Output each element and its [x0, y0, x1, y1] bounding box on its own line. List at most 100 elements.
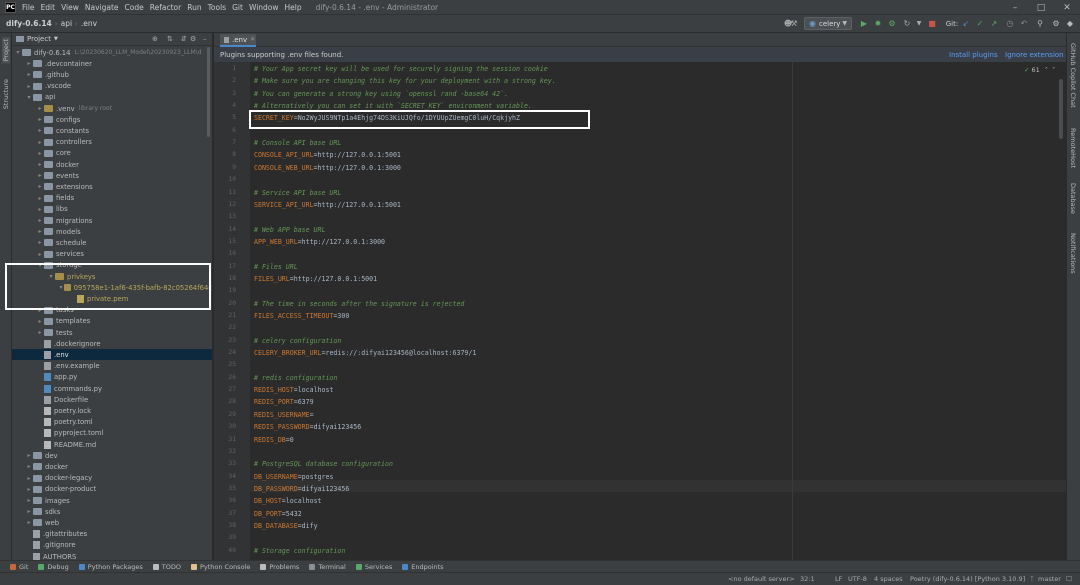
code-line[interactable]: SECRET_KEY=No2WyJUS9NTp1a4Ehjg74DS3KiUJQ…: [254, 112, 520, 124]
tree-file[interactable]: poetry.toml: [12, 417, 212, 428]
copilot-chat-tool-tab[interactable]: GitHub Copilot Chat: [1069, 43, 1077, 108]
structure-tool-tab[interactable]: Structure: [2, 79, 10, 109]
code-line[interactable]: REDIS_PASSWORD=difyai123456: [254, 421, 361, 433]
code-line[interactable]: SERVICE_API_URL=http://127.0.0.1:5001: [254, 199, 401, 211]
tree-folder[interactable]: ▸ dev: [12, 450, 212, 461]
tree-file[interactable]: README.md: [12, 439, 212, 450]
tree-file[interactable]: .env: [12, 349, 212, 361]
code-line[interactable]: FILES_URL=http://127.0.0.1:5001: [254, 273, 377, 285]
tree-folder[interactable]: ▾ dify-0.6.14 L:\20230620_LLM_Model\202309…: [12, 47, 212, 58]
tree-scrollbar[interactable]: [207, 47, 210, 137]
tree-folder[interactable]: ▸ extensions: [12, 181, 212, 192]
chevron-right-icon[interactable]: ▸: [36, 195, 44, 202]
hide-icon[interactable]: –: [203, 35, 207, 43]
code-line[interactable]: DB_PORT=5432: [254, 508, 302, 520]
tree-folder[interactable]: ▸ tests: [12, 327, 212, 338]
tree-file[interactable]: poetry.lock: [12, 405, 212, 416]
tree-folder[interactable]: ▸ docker: [12, 159, 212, 170]
chevron-right-icon[interactable]: ▸: [36, 127, 44, 134]
chevron-right-icon[interactable]: ▸: [36, 172, 44, 179]
tree-folder[interactable]: ▸ tasks: [12, 305, 212, 316]
chevron-right-icon[interactable]: ▸: [25, 486, 33, 493]
code-line[interactable]: REDIS_PORT=6379: [254, 396, 314, 408]
project-panel-title[interactable]: Project: [27, 35, 51, 43]
status-position[interactable]: 32:1: [800, 575, 815, 583]
tree-folder[interactable]: ▾ storage: [12, 260, 212, 271]
chevron-right-icon[interactable]: ▸: [36, 239, 44, 246]
chevron-down-icon[interactable]: ▾: [36, 262, 44, 269]
chevron-down-icon[interactable]: ▾: [25, 94, 33, 101]
tree-folder[interactable]: ▸ .github: [12, 69, 212, 80]
menu-edit[interactable]: Edit: [41, 3, 56, 12]
code-line[interactable]: # Alternatively you can set it with `SEC…: [254, 100, 532, 112]
chevron-right-icon[interactable]: ▸: [36, 307, 44, 314]
close-icon[interactable]: ✕: [1054, 0, 1080, 15]
breadcrumb-file[interactable]: .env: [81, 19, 97, 28]
tool-window-todo[interactable]: TODO: [152, 563, 181, 571]
maximize-icon[interactable]: □: [1028, 0, 1054, 15]
chevron-right-icon[interactable]: ▸: [36, 206, 44, 213]
code-line[interactable]: REDIS_USERNAME=: [254, 409, 314, 421]
tree-file[interactable]: pyproject.toml: [12, 428, 212, 439]
menu-navigate[interactable]: Navigate: [85, 3, 119, 12]
sort-icon[interactable]: ⇵: [181, 35, 187, 43]
tree-folder[interactable]: ▸ events: [12, 170, 212, 181]
chevron-right-icon[interactable]: ▸: [25, 71, 33, 78]
breadcrumb-project[interactable]: dify-0.6.14: [6, 19, 52, 28]
git-push-icon[interactable]: ↗: [988, 17, 1000, 30]
chevron-right-icon[interactable]: ▸: [36, 251, 44, 258]
tree-file[interactable]: app.py: [12, 372, 212, 383]
lock-icon[interactable]: ☐: [1066, 575, 1072, 583]
chevron-right-icon[interactable]: ▸: [36, 329, 44, 336]
tree-file[interactable]: Dockerfile: [12, 394, 212, 405]
tree-folder[interactable]: ▸ docker: [12, 461, 212, 472]
code-line[interactable]: REDIS_DB=0: [254, 434, 294, 446]
gear-icon[interactable]: ⚙: [190, 35, 196, 43]
menu-help[interactable]: Help: [285, 3, 302, 12]
database-tool-tab[interactable]: Database: [1069, 183, 1077, 214]
tool-window-terminal[interactable]: Terminal: [309, 563, 346, 571]
status-server[interactable]: <no default server>: [728, 575, 795, 583]
tree-folder[interactable]: ▾ privkeys: [12, 271, 212, 282]
search-icon[interactable]: ⚲: [1034, 17, 1046, 30]
profile-icon[interactable]: ↻: [900, 17, 914, 30]
code-line[interactable]: # PostgreSQL database configuration: [254, 458, 393, 470]
code-line[interactable]: DB_USERNAME=postgres: [254, 471, 333, 483]
chevron-right-icon[interactable]: ▸: [36, 318, 44, 325]
tree-folder[interactable]: ▸ images: [12, 495, 212, 506]
tree-folder[interactable]: ▸ migrations: [12, 215, 212, 226]
menu-tools[interactable]: Tools: [208, 3, 226, 12]
close-tab-icon[interactable]: ✕: [250, 36, 255, 43]
tool-window-python-packages[interactable]: Python Packages: [78, 563, 143, 571]
tree-folder[interactable]: ▸ core: [12, 148, 212, 159]
tool-window-endpoints[interactable]: Endpoints: [402, 563, 444, 571]
status-encoding[interactable]: UTF-8: [848, 575, 867, 583]
tree-folder[interactable]: ▸ web: [12, 517, 212, 528]
code-line[interactable]: REDIS_HOST=localhost: [254, 384, 333, 396]
tree-folder[interactable]: ▸ schedule: [12, 237, 212, 248]
chevron-right-icon[interactable]: ▸: [25, 452, 33, 459]
git-update-icon[interactable]: ↙: [960, 17, 972, 30]
chevron-right-icon[interactable]: ▸: [36, 116, 44, 123]
chevron-right-icon[interactable]: ▸: [36, 139, 44, 146]
status-indent[interactable]: 4 spaces: [874, 575, 903, 583]
chevron-right-icon[interactable]: ▸: [25, 83, 33, 90]
tree-folder[interactable]: ▸ libs: [12, 204, 212, 215]
chevron-right-icon[interactable]: ▸: [36, 217, 44, 224]
chevron-right-icon[interactable]: ▸: [25, 508, 33, 515]
more-run-chevron-icon[interactable]: ▼: [914, 17, 924, 30]
rollback-icon[interactable]: ↶: [1018, 17, 1030, 30]
code-line[interactable]: # Web APP base URL: [254, 224, 325, 236]
tool-window-services[interactable]: Services: [355, 563, 392, 571]
tree-folder[interactable]: ▸ sdks: [12, 506, 212, 517]
run-config-select[interactable]: ◉ celery ▼: [804, 17, 852, 30]
code-line[interactable]: CELERY_BROKER_URL=redis://:difyai123456@…: [254, 347, 476, 359]
tree-folder[interactable]: ▸ .venv library root: [12, 103, 212, 114]
code-line[interactable]: # celery configuration: [254, 335, 341, 347]
tree-folder[interactable]: ▸ constants: [12, 125, 212, 136]
chevron-down-icon[interactable]: ▾: [47, 273, 55, 280]
tree-folder[interactable]: ▸ services: [12, 249, 212, 260]
chevron-up-icon[interactable]: ˄: [1045, 66, 1048, 74]
chevron-down-icon[interactable]: ▾: [14, 49, 22, 56]
tree-folder[interactable]: ▾ api: [12, 92, 212, 103]
